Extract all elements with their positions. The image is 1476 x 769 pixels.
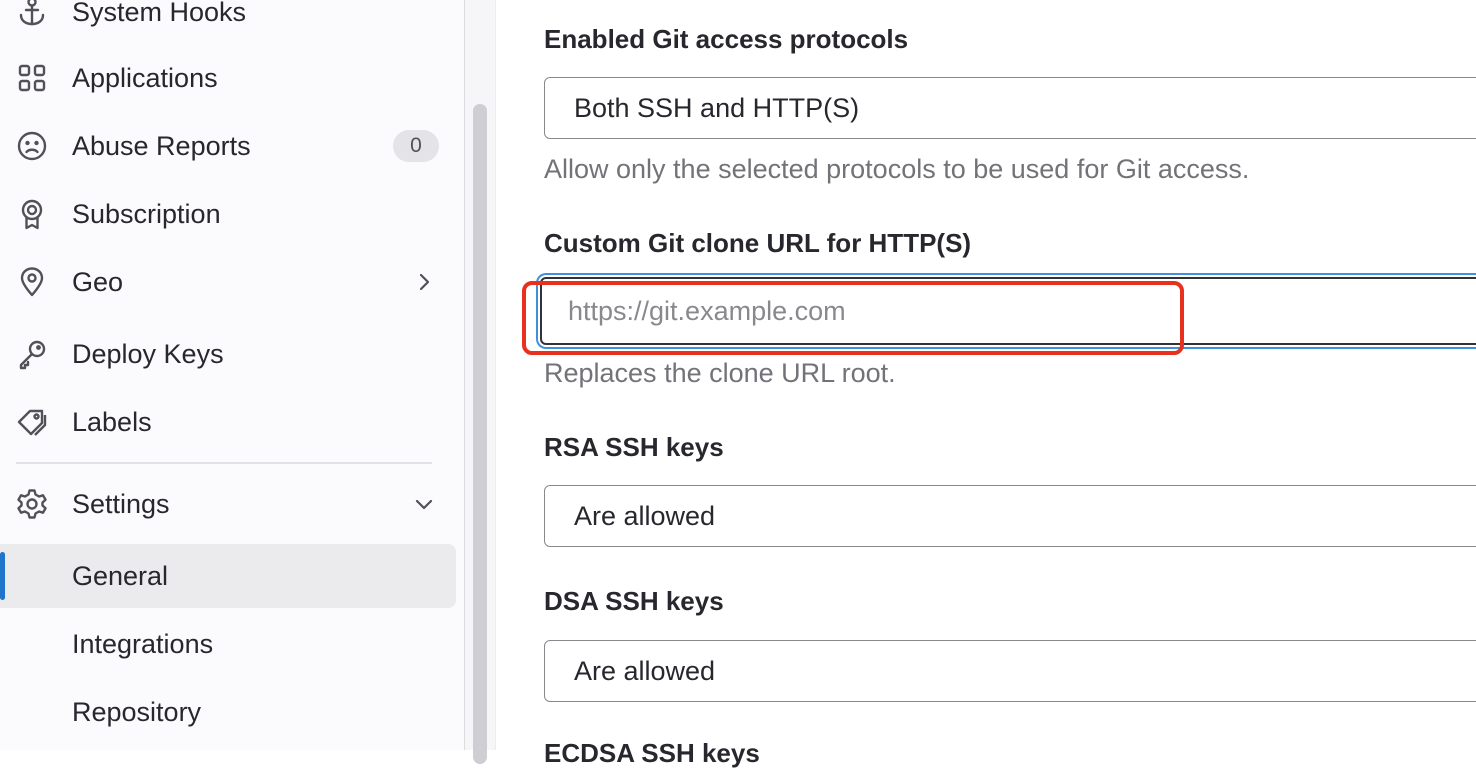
dsa-keys-select[interactable]: Are allowed (544, 640, 1476, 702)
sidebar-item-label: Settings (72, 488, 170, 519)
sad-face-icon (15, 129, 49, 163)
git-protocols-help: Allow only the selected protocols to be … (544, 154, 1250, 184)
sidebar-item-deploy-keys[interactable]: Deploy Keys (0, 322, 464, 386)
sidebar-item-abuse-reports[interactable]: Abuse Reports 0 (0, 114, 464, 178)
dsa-keys-label: DSA SSH keys (544, 586, 724, 616)
sidebar-item-subscription[interactable]: Subscription (0, 182, 464, 246)
sidebar-item-applications[interactable]: Applications (0, 46, 464, 110)
dsa-keys-value: Are allowed (574, 655, 716, 686)
rsa-keys-label: RSA SSH keys (544, 432, 724, 462)
license-icon (15, 197, 49, 231)
sidebar-item-settings[interactable]: Settings (0, 472, 464, 536)
sidebar-item-label: Geo (72, 266, 124, 297)
applications-grid-icon (15, 61, 49, 95)
sidebar-item-labels[interactable]: Labels (0, 390, 464, 454)
rsa-keys-value: Are allowed (574, 500, 716, 531)
count-badge: 0 (393, 130, 439, 162)
sidebar-item-general[interactable]: General (0, 544, 464, 608)
sidebar-item-repository[interactable]: Repository (0, 680, 464, 744)
labels-icon (15, 405, 49, 439)
sidebar-scrollbar-thumb[interactable] (473, 104, 487, 764)
clone-url-help: Replaces the clone URL root. (544, 358, 896, 388)
admin-sidebar: System Hooks Applications Abuse Reports … (0, 0, 465, 750)
sidebar-item-label: System Hooks (72, 0, 247, 27)
sidebar-item-label: Integrations (72, 628, 214, 659)
location-pin-icon (15, 265, 49, 299)
ecdsa-keys-label: ECDSA SSH keys (544, 738, 760, 768)
sidebar-item-system-hooks[interactable]: System Hooks (0, 0, 464, 44)
settings-main: Enabled Git access protocols Both SSH an… (496, 0, 1476, 768)
sidebar-item-label: Repository (72, 696, 202, 727)
sidebar-item-integrations[interactable]: Integrations (0, 612, 464, 676)
git-protocols-value: Both SSH and HTTP(S) (574, 92, 860, 123)
sidebar-item-label: Subscription (72, 198, 221, 229)
anchor-icon (15, 0, 49, 29)
clone-url-label: Custom Git clone URL for HTTP(S) (544, 228, 972, 258)
sidebar-item-label: Applications (72, 62, 218, 93)
key-icon (15, 337, 49, 371)
sidebar-item-geo[interactable]: Geo (0, 250, 464, 314)
rsa-keys-select[interactable]: Are allowed (544, 485, 1476, 547)
sidebar-divider (16, 462, 432, 464)
sidebar-item-label: Labels (72, 406, 152, 437)
git-protocols-select[interactable]: Both SSH and HTTP(S) (544, 77, 1476, 139)
chevron-right-icon (419, 273, 430, 291)
sidebar-item-label: General (72, 560, 169, 591)
gear-icon (15, 487, 49, 521)
sidebar-item-label: Abuse Reports (72, 130, 251, 161)
sidebar-item-label: Deploy Keys (72, 338, 224, 369)
chevron-down-icon (415, 499, 433, 510)
git-protocols-label: Enabled Git access protocols (544, 24, 909, 54)
clone-url-input[interactable] (540, 277, 1476, 345)
